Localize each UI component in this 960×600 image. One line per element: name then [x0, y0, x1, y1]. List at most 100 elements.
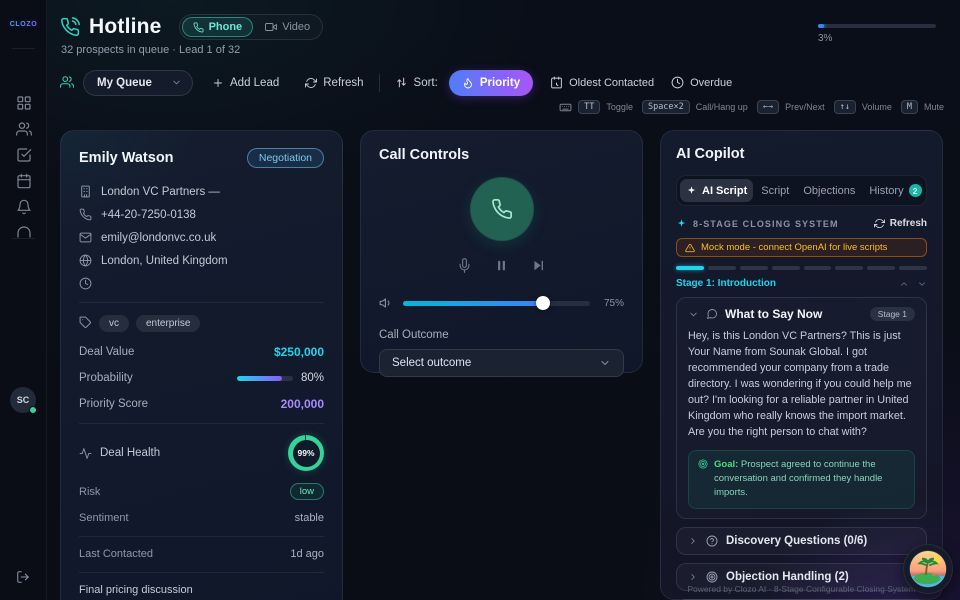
- sort-arrows-icon: [395, 74, 408, 92]
- mute-mic-button[interactable]: [457, 257, 472, 275]
- lead-note: Final pricing discussion: [79, 584, 324, 596]
- call-outcome-label: Call Outcome: [379, 329, 624, 341]
- keyboard-icon: [559, 101, 572, 114]
- call-controls-panel: Call Controls 75% Call Outcome Select ou…: [360, 130, 643, 373]
- deal-value-label: Deal Value: [79, 346, 134, 358]
- avatar-initials: SC: [17, 395, 30, 405]
- current-stage-label: Stage 1: Introduction: [676, 278, 776, 289]
- volume-slider-thumb[interactable]: [536, 296, 550, 310]
- sort-overdue-button[interactable]: Overdue: [671, 76, 732, 89]
- phone-row: +44-20-7250-0138: [79, 208, 324, 221]
- stage-next-icon[interactable]: [917, 279, 927, 289]
- globe-icon: [79, 254, 92, 267]
- tab-ai-script-label: AI Script: [702, 185, 747, 197]
- stage-segment: [899, 266, 927, 270]
- sort-priority-button[interactable]: Priority: [449, 70, 533, 96]
- stage-prev-icon[interactable]: [899, 279, 909, 289]
- tab-script[interactable]: Script: [755, 179, 795, 202]
- contacts-icon[interactable]: [16, 120, 32, 136]
- progress-track: [818, 24, 936, 28]
- chevron-down-icon: [171, 77, 182, 89]
- tab-phone-label: Phone: [209, 21, 243, 33]
- call-outcome-select[interactable]: Select outcome: [379, 349, 624, 377]
- progress-label: 3%: [818, 33, 936, 44]
- key-badge: Space×2: [642, 100, 690, 114]
- tab-history[interactable]: History 2: [863, 179, 927, 202]
- add-lead-button[interactable]: Add Lead: [212, 77, 279, 89]
- tab-ai-script[interactable]: AI Script: [680, 179, 753, 202]
- notifications-icon[interactable]: [16, 198, 32, 214]
- deal-value-row: Deal Value $250,000: [79, 345, 324, 359]
- sort-priority-label: Priority: [480, 77, 520, 89]
- sort-oldest-button[interactable]: Oldest Contacted: [550, 76, 654, 89]
- help-circle-icon: [706, 535, 718, 547]
- target-icon: [698, 458, 708, 501]
- last-contacted-value: 1d ago: [290, 548, 324, 560]
- goal-text: Prospect agreed to continue the conversa…: [714, 459, 882, 499]
- deal-health-ring: 99%: [288, 435, 324, 471]
- tag-pill: vc: [99, 315, 129, 332]
- pause-button[interactable]: [494, 257, 509, 275]
- queue-select[interactable]: My Queue: [83, 70, 193, 96]
- call-controls-title: Call Controls: [379, 147, 624, 163]
- shortcut-label: Volume: [862, 102, 892, 112]
- phone-call-icon: [60, 17, 80, 37]
- dashboard-icon[interactable]: [16, 94, 32, 110]
- volume-slider[interactable]: [403, 301, 590, 306]
- key-badge: TT: [578, 100, 600, 114]
- queue-progress: 3%: [818, 24, 936, 44]
- queue-select-value: My Queue: [97, 77, 152, 89]
- online-status-dot: [29, 406, 37, 414]
- call-button[interactable]: [471, 178, 533, 240]
- stage-progress: [676, 266, 927, 270]
- skip-forward-button[interactable]: [531, 257, 546, 275]
- chevron-down-icon: [599, 357, 611, 369]
- app-logo: CLOZO: [0, 21, 47, 28]
- shortcut-label: Mute: [924, 102, 944, 112]
- sort-oldest-label: Oldest Contacted: [569, 77, 654, 89]
- tab-video-label: Video: [282, 21, 310, 33]
- ai-copilot-panel: AI Copilot AI Script Script Objections H…: [660, 130, 943, 600]
- alert-triangle-icon: [685, 243, 695, 253]
- app-window: CLOZO SC Hotline Phone Video: [0, 0, 960, 600]
- progress-fill: [818, 24, 824, 28]
- island-floating-button[interactable]: [903, 544, 953, 594]
- sparkles-icon: [676, 218, 687, 229]
- deal-health-value: 99%: [293, 440, 320, 467]
- lead-card: Emily Watson Negotiation London VC Partn…: [60, 130, 343, 600]
- last-contacted-label: Last Contacted: [79, 548, 153, 560]
- stage-segment: [804, 266, 832, 270]
- sentiment-label: Sentiment: [79, 512, 129, 524]
- queue-status: 32 prospects in queue · Lead 1 of 32: [61, 44, 240, 56]
- tasks-icon[interactable]: [16, 146, 32, 162]
- tab-phone[interactable]: Phone: [182, 17, 254, 37]
- calendar-icon[interactable]: [16, 172, 32, 188]
- location-value: London, United Kingdom: [101, 255, 228, 267]
- probability-value: 80%: [301, 372, 324, 384]
- priority-score-label: Priority Score: [79, 398, 148, 410]
- user-avatar[interactable]: SC: [10, 387, 36, 413]
- tab-video[interactable]: Video: [255, 18, 320, 36]
- tags-row: vc enterprise: [79, 314, 324, 332]
- toolbar: My Queue Add Lead Refresh Sort: Priority…: [60, 69, 732, 96]
- refresh-label: Refresh: [323, 77, 363, 89]
- target-icon: [706, 571, 718, 583]
- speech-bubble-icon: [706, 308, 718, 320]
- tab-objections[interactable]: Objections: [797, 179, 861, 202]
- divider: [12, 238, 35, 239]
- add-lead-label: Add Lead: [230, 77, 279, 89]
- say-now-header[interactable]: What to Say Now Stage 1: [688, 307, 915, 321]
- tab-objections-label: Objections: [803, 185, 855, 197]
- logout-icon[interactable]: [16, 568, 30, 586]
- copilot-footer: Powered by Clozo AI · 8-Stage Configurab…: [661, 584, 942, 594]
- tag-pill: enterprise: [136, 315, 200, 332]
- copilot-refresh-button[interactable]: Refresh: [874, 218, 927, 229]
- shortcuts-bar: TT Toggle Space×2 Call/Hang up ←→ Prev/N…: [559, 100, 947, 114]
- stage-segment: [772, 266, 800, 270]
- refresh-button[interactable]: Refresh: [305, 77, 363, 89]
- email-value: emily@londonvc.co.uk: [101, 232, 216, 244]
- discovery-questions-section[interactable]: Discovery Questions (0/6): [676, 527, 927, 555]
- priority-score: 200,000: [281, 397, 324, 411]
- copilot-refresh-label: Refresh: [890, 218, 927, 229]
- key-badge: M: [901, 100, 918, 114]
